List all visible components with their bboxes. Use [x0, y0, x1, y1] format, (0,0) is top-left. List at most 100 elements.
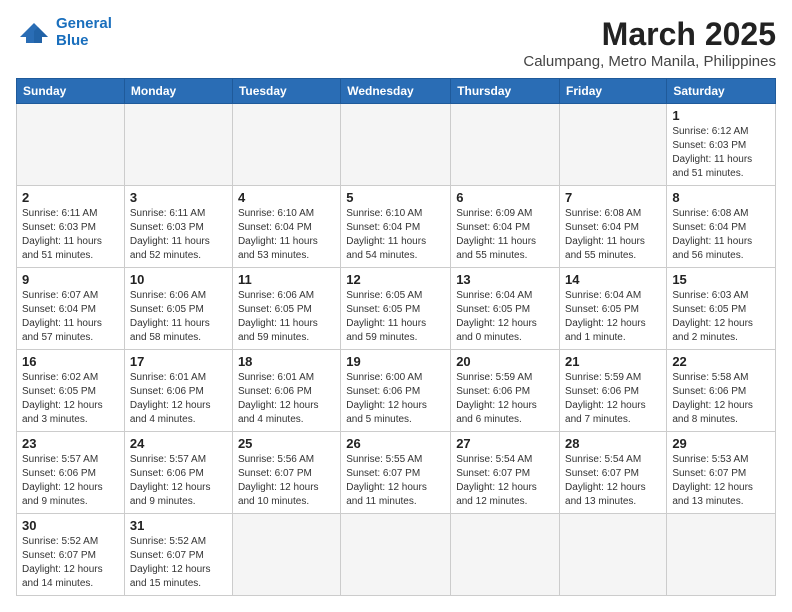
- calendar-empty-cell: [451, 104, 560, 186]
- day-number: 22: [672, 354, 770, 369]
- day-number: 31: [130, 518, 227, 533]
- day-info: Sunrise: 6:11 AM Sunset: 6:03 PM Dayligh…: [22, 207, 119, 263]
- day-number: 5: [346, 190, 445, 205]
- calendar-day-cell: 12 Sunrise: 6:05 AM Sunset: 6:05 PM Dayli…: [341, 268, 451, 350]
- calendar-day-cell: 27 Sunrise: 5:54 AM Sunset: 6:07 PM Dayli…: [451, 432, 560, 514]
- day-info: Sunrise: 6:06 AM Sunset: 6:05 PM Dayligh…: [238, 289, 335, 345]
- calendar-empty-cell: [232, 104, 340, 186]
- day-info: Sunrise: 5:57 AM Sunset: 6:06 PM Dayligh…: [130, 453, 227, 509]
- weekday-header-saturday: Saturday: [667, 79, 776, 104]
- calendar-empty-cell: [667, 514, 776, 596]
- day-info: Sunrise: 6:10 AM Sunset: 6:04 PM Dayligh…: [346, 207, 445, 263]
- weekday-header-sunday: Sunday: [17, 79, 125, 104]
- day-info: Sunrise: 5:54 AM Sunset: 6:07 PM Dayligh…: [456, 453, 554, 509]
- calendar-week-row: 1 Sunrise: 6:12 AM Sunset: 6:03 PM Daylig…: [17, 104, 776, 186]
- logo: GeneralBlue: [16, 16, 112, 49]
- day-number: 16: [22, 354, 119, 369]
- calendar-week-row: 2 Sunrise: 6:11 AM Sunset: 6:03 PM Daylig…: [17, 186, 776, 268]
- month-title: March 2025: [523, 16, 776, 53]
- day-info: Sunrise: 5:56 AM Sunset: 6:07 PM Dayligh…: [238, 453, 335, 509]
- calendar-day-cell: 17Sunrise: 6:01 AM Sunset: 6:06 PM Dayli…: [124, 350, 232, 432]
- day-info: Sunrise: 6:12 AM Sunset: 6:03 PM Dayligh…: [672, 125, 770, 181]
- logo-text: GeneralBlue: [56, 16, 112, 49]
- day-number: 1: [672, 108, 770, 123]
- day-number: 17: [130, 354, 227, 369]
- day-info: Sunrise: 5:57 AM Sunset: 6:06 PM Dayligh…: [22, 453, 119, 509]
- weekday-header-wednesday: Wednesday: [341, 79, 451, 104]
- calendar-day-cell: 4Sunrise: 6:10 AM Sunset: 6:04 PM Daylig…: [232, 186, 340, 268]
- day-info: Sunrise: 6:09 AM Sunset: 6:04 PM Dayligh…: [456, 207, 554, 263]
- day-info: Sunrise: 5:54 AM Sunset: 6:07 PM Dayligh…: [565, 453, 661, 509]
- day-info: Sunrise: 6:08 AM Sunset: 6:04 PM Dayligh…: [672, 207, 770, 263]
- calendar-day-cell: 1 Sunrise: 6:12 AM Sunset: 6:03 PM Daylig…: [667, 104, 776, 186]
- calendar-day-cell: 16 Sunrise: 6:02 AM Sunset: 6:05 PM Dayli…: [17, 350, 125, 432]
- calendar-day-cell: 10 Sunrise: 6:06 AM Sunset: 6:05 PM Dayli…: [124, 268, 232, 350]
- calendar-day-cell: 11 Sunrise: 6:06 AM Sunset: 6:05 PM Dayli…: [232, 268, 340, 350]
- weekday-header-tuesday: Tuesday: [232, 79, 340, 104]
- day-info: Sunrise: 6:06 AM Sunset: 6:05 PM Dayligh…: [130, 289, 227, 345]
- day-info: Sunrise: 6:03 AM Sunset: 6:05 PM Dayligh…: [672, 289, 770, 345]
- day-number: 29: [672, 436, 770, 451]
- calendar-day-cell: 5 Sunrise: 6:10 AM Sunset: 6:04 PM Daylig…: [341, 186, 451, 268]
- day-number: 9: [22, 272, 119, 287]
- day-info: Sunrise: 6:02 AM Sunset: 6:05 PM Dayligh…: [22, 371, 119, 427]
- day-info: Sunrise: 5:52 AM Sunset: 6:07 PM Dayligh…: [130, 535, 227, 591]
- day-number: 14: [565, 272, 661, 287]
- day-info: Sunrise: 6:11 AM Sunset: 6:03 PM Dayligh…: [130, 207, 227, 263]
- calendar-day-cell: 22 Sunrise: 5:58 AM Sunset: 6:06 PM Dayli…: [667, 350, 776, 432]
- day-info: Sunrise: 5:53 AM Sunset: 6:07 PM Dayligh…: [672, 453, 770, 509]
- day-number: 3: [130, 190, 227, 205]
- calendar-day-cell: 21 Sunrise: 5:59 AM Sunset: 6:06 PM Dayli…: [560, 350, 667, 432]
- calendar-day-cell: 18 Sunrise: 6:01 AM Sunset: 6:06 PM Dayli…: [232, 350, 340, 432]
- calendar-day-cell: 31 Sunrise: 5:52 AM Sunset: 6:07 PM Dayli…: [124, 514, 232, 596]
- day-info: Sunrise: 6:00 AM Sunset: 6:06 PM Dayligh…: [346, 371, 445, 427]
- day-number: 8: [672, 190, 770, 205]
- day-number: 12: [346, 272, 445, 287]
- day-number: 18: [238, 354, 335, 369]
- calendar-day-cell: 26 Sunrise: 5:55 AM Sunset: 6:07 PM Dayli…: [341, 432, 451, 514]
- day-number: 7: [565, 190, 661, 205]
- day-info: Sunrise: 6:07 AM Sunset: 6:04 PM Dayligh…: [22, 289, 119, 345]
- day-info: Sunrise: 6:08 AM Sunset: 6:04 PM Dayligh…: [565, 207, 661, 263]
- calendar-day-cell: 20 Sunrise: 5:59 AM Sunset: 6:06 PM Dayli…: [451, 350, 560, 432]
- day-info: Sunrise: 6:04 AM Sunset: 6:05 PM Dayligh…: [456, 289, 554, 345]
- location-title: Calumpang, Metro Manila, Philippines: [523, 53, 776, 70]
- day-number: 27: [456, 436, 554, 451]
- calendar-day-cell: 14Sunrise: 6:04 AM Sunset: 6:05 PM Dayli…: [560, 268, 667, 350]
- day-number: 23: [22, 436, 119, 451]
- weekday-header-friday: Friday: [560, 79, 667, 104]
- logo-icon: [16, 19, 52, 47]
- day-number: 10: [130, 272, 227, 287]
- calendar-week-row: 16 Sunrise: 6:02 AM Sunset: 6:05 PM Dayli…: [17, 350, 776, 432]
- calendar-empty-cell: [341, 104, 451, 186]
- day-info: Sunrise: 5:58 AM Sunset: 6:06 PM Dayligh…: [672, 371, 770, 427]
- calendar-day-cell: 15 Sunrise: 6:03 AM Sunset: 6:05 PM Dayli…: [667, 268, 776, 350]
- day-number: 6: [456, 190, 554, 205]
- header: GeneralBlue March 2025 Calumpang, Metro …: [16, 16, 776, 70]
- day-number: 2: [22, 190, 119, 205]
- calendar-empty-cell: [560, 104, 667, 186]
- day-number: 15: [672, 272, 770, 287]
- weekday-header-monday: Monday: [124, 79, 232, 104]
- day-number: 24: [130, 436, 227, 451]
- day-info: Sunrise: 6:05 AM Sunset: 6:05 PM Dayligh…: [346, 289, 445, 345]
- day-number: 11: [238, 272, 335, 287]
- day-info: Sunrise: 5:55 AM Sunset: 6:07 PM Dayligh…: [346, 453, 445, 509]
- day-number: 30: [22, 518, 119, 533]
- title-area: March 2025 Calumpang, Metro Manila, Phil…: [523, 16, 776, 70]
- day-number: 21: [565, 354, 661, 369]
- calendar-day-cell: 24 Sunrise: 5:57 AM Sunset: 6:06 PM Dayli…: [124, 432, 232, 514]
- calendar-day-cell: 25Sunrise: 5:56 AM Sunset: 6:07 PM Dayli…: [232, 432, 340, 514]
- day-info: Sunrise: 6:01 AM Sunset: 6:06 PM Dayligh…: [238, 371, 335, 427]
- calendar-day-cell: 29 Sunrise: 5:53 AM Sunset: 6:07 PM Dayli…: [667, 432, 776, 514]
- calendar-empty-cell: [341, 514, 451, 596]
- calendar-day-cell: 7 Sunrise: 6:08 AM Sunset: 6:04 PM Daylig…: [560, 186, 667, 268]
- day-number: 26: [346, 436, 445, 451]
- day-number: 19: [346, 354, 445, 369]
- day-info: Sunrise: 6:10 AM Sunset: 6:04 PM Dayligh…: [238, 207, 335, 263]
- calendar-empty-cell: [451, 514, 560, 596]
- day-info: Sunrise: 5:59 AM Sunset: 6:06 PM Dayligh…: [565, 371, 661, 427]
- calendar-day-cell: 28Sunrise: 5:54 AM Sunset: 6:07 PM Dayli…: [560, 432, 667, 514]
- day-number: 20: [456, 354, 554, 369]
- day-info: Sunrise: 5:59 AM Sunset: 6:06 PM Dayligh…: [456, 371, 554, 427]
